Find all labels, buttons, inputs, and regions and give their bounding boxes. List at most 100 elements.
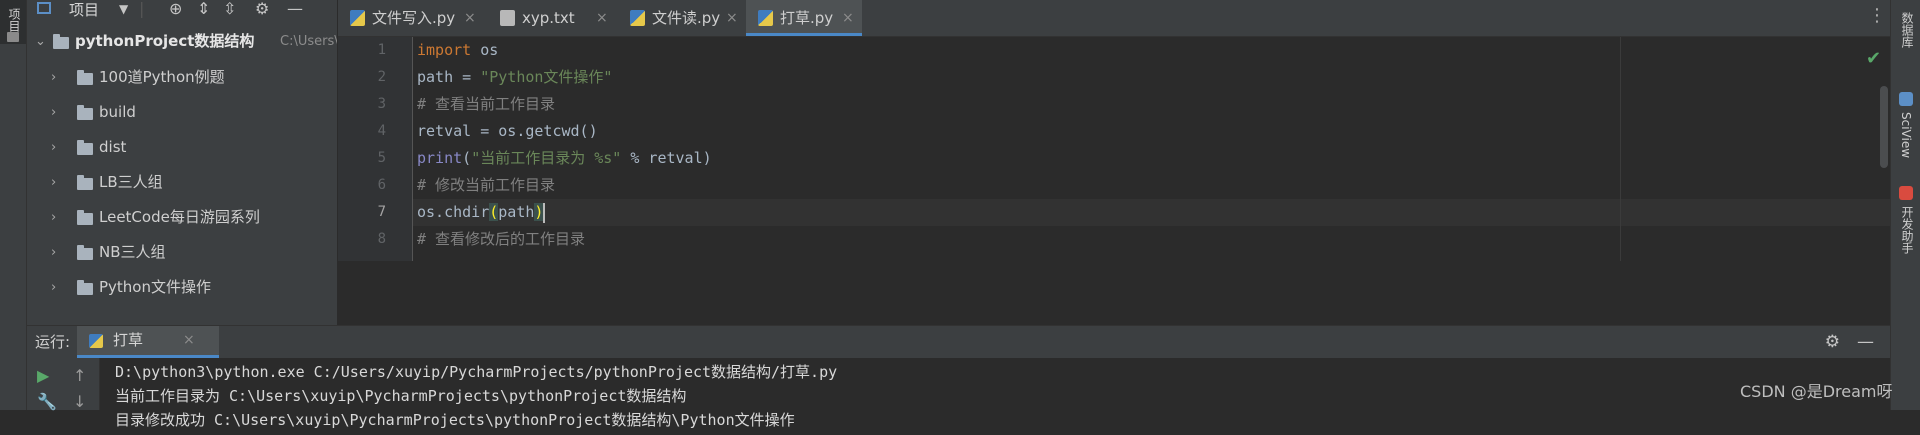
code-line-4: retval = os.getcwd() [417,118,598,145]
gear-icon[interactable]: ⚙ [255,0,269,19]
folder-icon [77,70,93,85]
minimize-icon[interactable]: — [1857,326,1874,358]
chevron-right-icon[interactable]: › [51,130,56,165]
tree-item-label: dist [99,138,127,156]
left-tool-strip: 项目 [0,0,27,410]
line-number-current: 7 [377,204,386,220]
string-token: "Python文件操作" [480,68,613,86]
folder-icon [77,105,93,120]
code-line-2: path = "Python文件操作" [417,64,612,91]
line-number: 6 [377,177,386,193]
tab-file-read[interactable]: 文件读.py × [618,0,746,36]
tree-item[interactable]: › Python文件操作 [27,270,337,305]
tree-item[interactable]: › 100道Python例题 [27,60,337,95]
chevron-down-icon[interactable]: ▼ [119,0,128,19]
tab-label: xyp.txt [522,9,575,27]
chevron-down-icon[interactable]: ⌄ [35,24,46,59]
line-number: 3 [377,96,386,112]
close-icon[interactable]: × [842,0,854,36]
tree-item[interactable]: › build [27,95,337,130]
code-token: os [471,41,499,59]
code-line-7: os.chdir(path) [417,199,546,226]
right-tool-strip: 数据库 SciView 开发助手 [1890,0,1920,410]
project-view-icon [37,2,51,14]
gear-icon[interactable]: ⚙ [1825,326,1840,358]
checkmark-icon[interactable]: ✔ [1866,48,1881,69]
locate-icon[interactable]: ⊕ [169,0,182,19]
code-token: % retval) [621,149,712,167]
python-file-icon [350,10,365,26]
tree-item[interactable]: › LB三人组 [27,165,337,200]
tree-item-label: LB三人组 [99,173,163,191]
tree-item[interactable]: › LeetCode每日游园系列 [27,200,337,235]
python-file-icon [630,10,645,26]
chevron-right-icon[interactable]: › [51,95,56,130]
run-toolbar-right: ↑ ↓ [63,358,100,411]
expand-all-icon[interactable]: ⇕ [197,0,210,19]
tab-label: 文件读.py [652,9,721,27]
builtin-token: print [417,149,463,167]
folder-icon [77,280,93,295]
tab-file-write[interactable]: 文件写入.py × [338,0,488,36]
run-icon[interactable]: ▶ [37,366,49,385]
sciview-tab[interactable]: SciView [1899,112,1913,158]
more-options-icon[interactable]: ⋮ [1868,6,1886,26]
text-file-icon [500,10,515,26]
chevron-right-icon[interactable]: › [51,200,56,235]
python-file-icon [758,10,773,26]
run-console[interactable]: D:\python3\python.exe C:/Users/xuyip/Pyc… [100,358,1890,429]
code-token: path [498,203,535,221]
tab-xyp-txt[interactable]: xyp.txt × [488,0,618,36]
dev-assistant-tab[interactable]: 开发助手 [1899,206,1916,254]
close-icon[interactable]: × [183,326,195,355]
chevron-right-icon[interactable]: › [51,235,56,270]
project-toolbar: 项目 ▼ | ⊕ ⇕ ⇳ ⚙ — [27,0,337,20]
code-token: path = [417,68,481,86]
editor-tab-bar: 文件写入.py × xyp.txt × 文件读.py × 打草.py × [338,0,1890,37]
chevron-right-icon[interactable]: › [51,165,56,200]
tree-item-label: Python文件操作 [99,278,211,296]
tree-item-label: build [99,103,136,121]
tab-label: 打草.py [780,9,834,27]
line-number: 4 [377,123,386,139]
wrench-icon[interactable]: 🔧 [37,392,57,411]
comment-token: # 查看修改后的工作目录 [417,230,586,248]
tree-root[interactable]: ⌄ pythonProject数据结构 C:\Users\xu [27,24,337,60]
close-icon[interactable]: × [464,0,476,36]
database-tab[interactable]: 数据库 [1899,12,1916,48]
code-token: ( [462,149,472,167]
run-label: 运行: [35,333,71,351]
chevron-right-icon[interactable]: › [51,60,56,95]
line-number: 1 [377,42,386,58]
tree-item[interactable]: › dist [27,130,337,165]
line-number: 8 [377,231,386,247]
python-file-icon [89,334,103,348]
run-toolbar-left: ▶ 🔧 [27,358,63,411]
code-editor[interactable]: import os path = "Python文件操作" # 查看当前工作目录… [413,37,1890,261]
comment-token: # 查看当前工作目录 [417,95,556,113]
line-number: 2 [377,69,386,85]
folder-icon [77,140,93,155]
collapse-all-icon[interactable]: ⇳ [223,0,236,19]
arrow-down-icon[interactable]: ↓ [73,392,86,411]
chevron-right-icon[interactable]: › [51,270,56,305]
project-title[interactable]: 项目 [69,0,99,20]
arrow-up-icon[interactable]: ↑ [73,366,86,385]
project-panel: 项目 ▼ | ⊕ ⇕ ⇳ ⚙ — ⌄ pythonProject数据结构 C:\… [27,0,338,325]
sciview-icon [1899,92,1913,106]
keyword-token: import [417,41,472,59]
tree-root-path: C:\Users\xu [280,34,337,49]
tree-item-label: LeetCode每日游园系列 [99,208,260,226]
run-tab[interactable]: 打草 × [77,326,219,358]
tab-dacao[interactable]: 打草.py × [746,0,862,36]
close-icon[interactable]: × [596,0,608,36]
editor-scrollbar[interactable] [1880,86,1888,168]
line-number: 5 [377,150,386,166]
matched-paren: ( [489,203,499,221]
folder-icon [77,210,93,225]
tree-item[interactable]: › NB三人组 [27,235,337,270]
code-line-5: print("当前工作目录为 %s" % retval) [417,145,712,172]
project-tool-tab-label: 项目 [7,8,21,32]
close-icon[interactable]: × [726,0,738,36]
minimize-icon[interactable]: — [287,0,303,19]
